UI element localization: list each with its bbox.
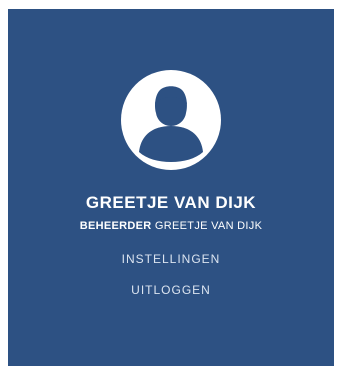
- logout-link[interactable]: UITLOGGEN: [131, 283, 211, 297]
- settings-link[interactable]: INSTELLINGEN: [122, 252, 221, 266]
- user-name: GREETJE VAN DIJK: [85, 193, 257, 212]
- user-avatar-icon: [121, 70, 221, 170]
- user-menu-panel: GREETJE VAN DIJK BEHEERDER GREETJE VAN D…: [8, 9, 334, 366]
- user-role: BEHEERDER: [79, 220, 152, 232]
- user-role-name: GREETJE VAN DIJK: [154, 220, 263, 232]
- user-role-line: BEHEERDER GREETJE VAN DIJK: [66, 218, 276, 235]
